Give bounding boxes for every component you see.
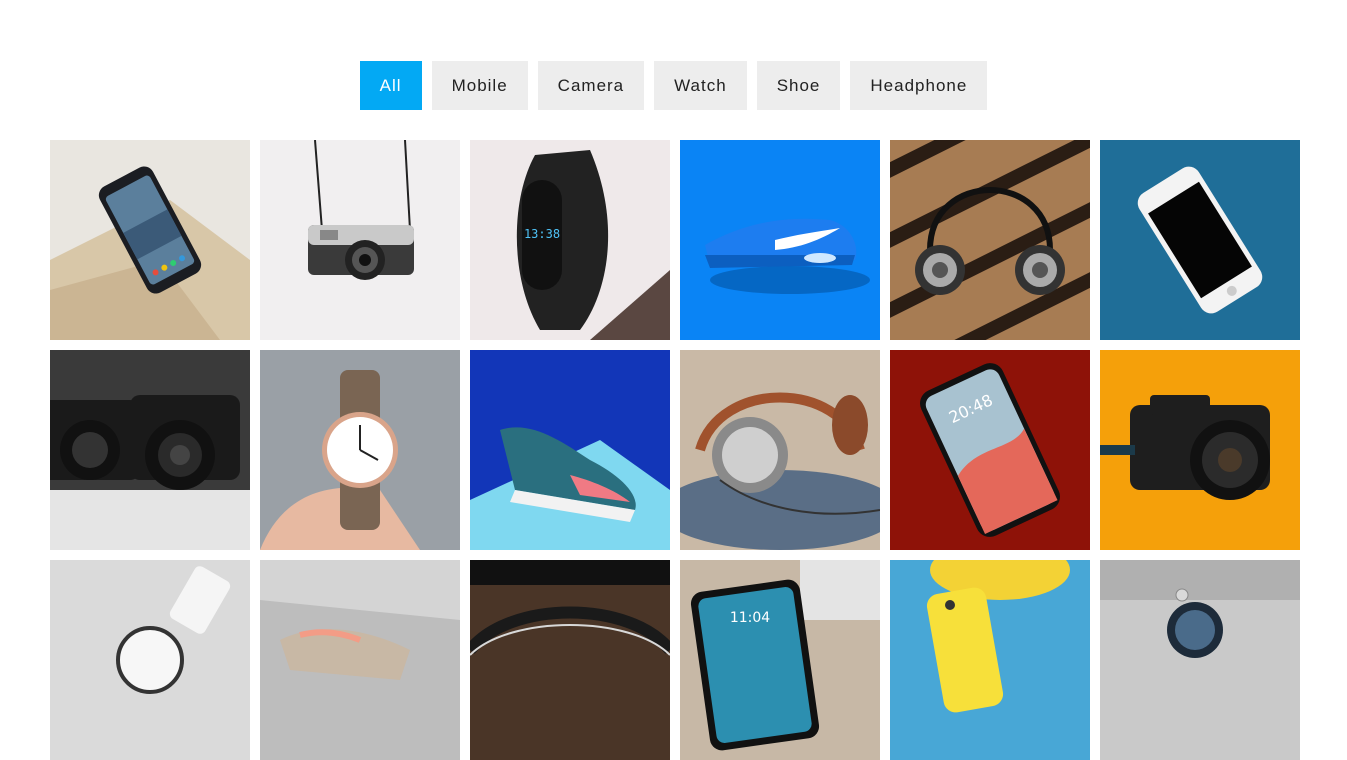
- filter-camera-button[interactable]: Camera: [537, 61, 645, 110]
- gallery-item[interactable]: [260, 350, 460, 550]
- gallery-item[interactable]: [50, 350, 250, 550]
- gallery-item[interactable]: [50, 560, 250, 760]
- fitness-band-icon: 13:38: [470, 140, 670, 340]
- gallery-item[interactable]: [1100, 350, 1300, 550]
- headphones-icon: [470, 560, 670, 760]
- filter-headphone-button[interactable]: Headphone: [850, 61, 988, 110]
- gallery-item[interactable]: 11:04: [680, 560, 880, 760]
- smartphone-icon: [1100, 140, 1300, 340]
- gallery-item[interactable]: 13:38: [470, 140, 670, 340]
- smartphone-icon: 11:04: [680, 560, 880, 760]
- gallery-item[interactable]: [260, 560, 460, 760]
- gallery-item[interactable]: 20:48: [890, 350, 1090, 550]
- gallery-item[interactable]: [50, 140, 250, 340]
- svg-text:13:38: 13:38: [524, 227, 560, 241]
- camera-icon: [1100, 350, 1300, 550]
- svg-text:11:04: 11:04: [730, 610, 770, 626]
- gallery-item[interactable]: [680, 140, 880, 340]
- sneaker-icon: [680, 140, 880, 340]
- gallery-item[interactable]: [470, 560, 670, 760]
- wristwatch-icon: [1100, 560, 1300, 760]
- smartphone-icon: [50, 140, 250, 340]
- gallery-item[interactable]: [260, 140, 460, 340]
- headphones-icon: [890, 140, 1090, 340]
- filter-shoe-button[interactable]: Shoe: [756, 61, 841, 110]
- filter-all-button[interactable]: All: [359, 61, 422, 110]
- gallery-item[interactable]: [890, 140, 1090, 340]
- camera-icon: [260, 140, 460, 340]
- camera-icon: [50, 350, 250, 550]
- smartphone-icon: 20:48: [890, 350, 1090, 550]
- filter-bar: All Mobile Camera Watch Shoe Headphone: [0, 61, 1347, 110]
- sneaker-icon: [470, 350, 670, 550]
- smartphone-icon: [890, 560, 1090, 760]
- wristwatch-icon: [50, 560, 250, 760]
- sneaker-icon: [260, 560, 460, 760]
- gallery-item[interactable]: [1100, 140, 1300, 340]
- wristwatch-icon: [260, 350, 460, 550]
- product-gallery: 13:38 20:48 11:04: [50, 140, 1300, 760]
- filter-watch-button[interactable]: Watch: [654, 61, 747, 110]
- gallery-item[interactable]: [890, 560, 1090, 760]
- gallery-item[interactable]: [470, 350, 670, 550]
- gallery-item[interactable]: [1100, 560, 1300, 760]
- filter-mobile-button[interactable]: Mobile: [431, 61, 528, 110]
- gallery-item[interactable]: [680, 350, 880, 550]
- headphones-icon: [680, 350, 880, 550]
